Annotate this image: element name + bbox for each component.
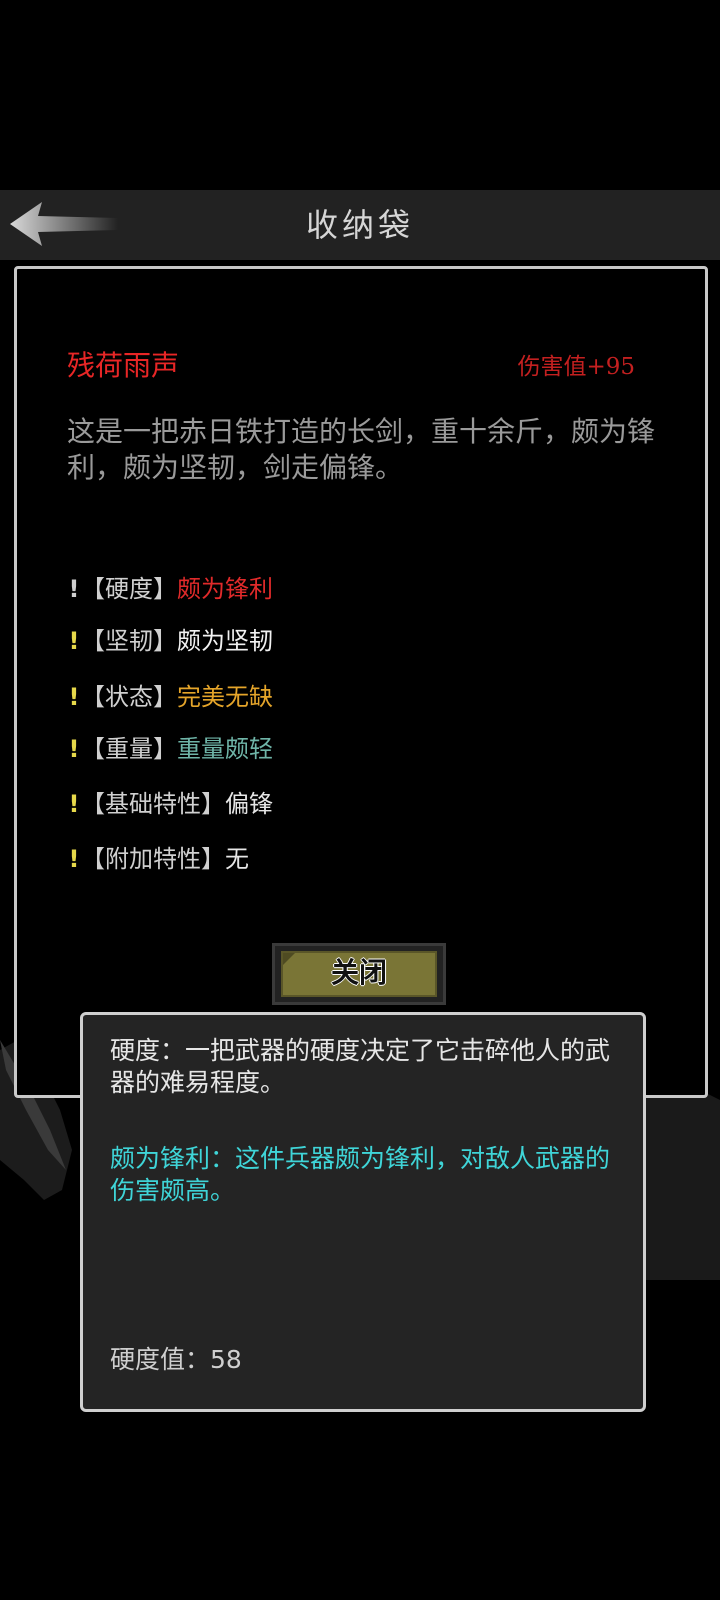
attribute-tooltip: 硬度：一把武器的硬度决定了它击碎他人的武器的难易程度。 颇为锋利：这件兵器颇为锋… [80, 1012, 646, 1412]
attribute-value: 偏锋 [225, 790, 273, 818]
attribute-label: 【重量】 [81, 735, 177, 763]
exclamation-icon: ! [68, 790, 80, 818]
attribute-row-hardness[interactable]: !【硬度】颇为锋利 [67, 571, 273, 607]
item-description: 这是一把赤日铁打造的长剑，重十余斤，颇为锋利，颇为坚韧，剑走偏锋。 [67, 415, 656, 484]
attribute-label: 【基础特性】 [81, 790, 225, 818]
exclamation-icon: ! [68, 845, 80, 873]
tooltip-hardness-value: 硬度值：58 [110, 1345, 242, 1374]
attribute-row-extra-trait[interactable]: !【附加特性】无 [67, 841, 249, 877]
attribute-value: 颇为坚韧 [177, 627, 273, 655]
attribute-value: 完美无缺 [177, 683, 273, 711]
item-name: 残荷雨声 [67, 349, 180, 382]
tooltip-effect: 颇为锋利：这件兵器颇为锋利，对敌人武器的伤害颇高。 [110, 1144, 611, 1205]
close-button[interactable]: 关闭 [272, 943, 446, 1005]
attribute-label: 【附加特性】 [81, 845, 225, 873]
attribute-value: 重量颇轻 [177, 735, 273, 763]
tooltip-description: 硬度：一把武器的硬度决定了它击碎他人的武器的难易程度。 [110, 1036, 611, 1097]
attribute-row-base-trait[interactable]: !【基础特性】偏锋 [67, 786, 273, 822]
attribute-row-toughness[interactable]: !【坚韧】颇为坚韧 [67, 623, 273, 659]
exclamation-icon: ! [68, 575, 80, 603]
exclamation-icon: ! [68, 627, 80, 655]
attribute-label: 【坚韧】 [81, 627, 177, 655]
close-button-label: 关闭 [330, 956, 387, 989]
exclamation-icon: ! [68, 735, 80, 763]
attribute-label: 【状态】 [81, 683, 177, 711]
attribute-row-condition[interactable]: !【状态】完美无缺 [67, 679, 273, 715]
page-title: 收纳袋 [305, 206, 414, 244]
exclamation-icon: ! [68, 683, 80, 711]
item-damage-stat: 伤害值+95 [517, 354, 635, 380]
close-button-face: 关闭 [281, 951, 437, 997]
attribute-value: 颇为锋利 [177, 575, 273, 603]
attribute-value: 无 [225, 845, 249, 873]
attribute-row-weight[interactable]: !【重量】重量颇轻 [67, 731, 273, 767]
attribute-label: 【硬度】 [81, 575, 177, 603]
top-bar: 收纳袋 [0, 190, 720, 260]
